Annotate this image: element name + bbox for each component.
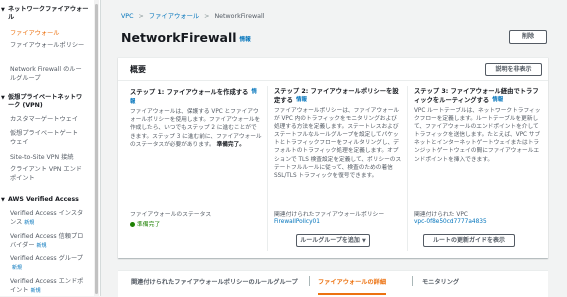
- sidebar-item-virtual-private-gateways[interactable]: 仮想プライベートゲートウェイ: [0, 130, 88, 147]
- sidebar-item-verified-access-endpoints[interactable]: Verified Access エンドポイント 新規: [0, 278, 90, 295]
- caret-down-icon: ▼: [361, 238, 366, 244]
- delete-button[interactable]: 削除: [509, 30, 547, 44]
- column-divider: [407, 86, 408, 251]
- associated-vpc-link[interactable]: vpc-0f8e50cd7777a4835: [414, 219, 487, 225]
- status-check-icon: [130, 221, 135, 227]
- associated-vpc-label: 関連付けられた VPC: [414, 212, 468, 218]
- sidebar-item-firewalls[interactable]: ファイアウォール: [0, 30, 96, 39]
- new-badge: 新規: [36, 242, 47, 249]
- sidebar-item-verified-access-instances[interactable]: Verified Access インスタンス 新規: [0, 210, 90, 227]
- caret-down-icon: ▼: [1, 197, 5, 203]
- step-3-info-link[interactable]: 情報: [492, 97, 503, 103]
- tab-firewall-details[interactable]: ファイアウォールの詳細: [318, 271, 387, 295]
- breadcrumb-vpc-link[interactable]: VPC: [121, 13, 134, 20]
- step-1-title: ステップ 1: ファイアウォールを作成する 情報: [130, 89, 257, 105]
- sidebar-scrollbar-thumb[interactable]: [95, 4, 98, 294]
- firewall-status-label: ファイアウォールのステータス: [130, 212, 212, 218]
- column-divider: [267, 86, 268, 251]
- step-1-column: ステップ 1: ファイアウォールを作成する 情報 ファイアウォールは、保護する …: [130, 88, 262, 149]
- breadcrumb-current: NetworkFirewall: [214, 13, 265, 20]
- step-2-title: ステップ 2: ファイアウォールポリシーを設定する 情報: [274, 88, 399, 105]
- sidebar-section-verified-access[interactable]: ▼ AWS Verified Access: [0, 196, 96, 204]
- step-3-column: ステップ 3: ファイアウォール経由でトラフィックをルーティングする 情報 VP…: [414, 88, 542, 164]
- view-route-update-guide-button[interactable]: ルートの更新ガイドを表示: [423, 234, 515, 247]
- tab-separator: [412, 276, 413, 286]
- sidebar-item-verified-access-trust-providers[interactable]: Verified Access 信頼プロバイダー 新規: [0, 233, 90, 250]
- step-1-description: ファイアウォールは、保護する VPC とファイアウォールポリシーを使用します。フ…: [130, 109, 262, 148]
- breadcrumb: VPC > ファイアウォール > NetworkFirewall: [121, 11, 265, 20]
- tab-associated-policy-rule-groups[interactable]: 関連付けられたファイアウォールポリシーのルールグループ: [131, 271, 298, 286]
- step-2-column: ステップ 2: ファイアウォールポリシーを設定する 情報 ファイアウォールポリシ…: [274, 88, 402, 180]
- firewall-policy-link[interactable]: FirewallPolicy01: [274, 219, 320, 225]
- step-3-title: ステップ 3: ファイアウォール経由でトラフィックをルーティングする 情報: [414, 88, 539, 105]
- add-rule-group-button[interactable]: ルールグループを追加 ▼: [296, 234, 370, 247]
- step-1-status-text: 準備完了。: [216, 141, 245, 148]
- firewall-status-value: 準備完了: [130, 219, 160, 228]
- page-title: NetworkFirewall 情報: [121, 30, 251, 45]
- sidebar-navigation: ▼ ネットワークファイアウォール ファイアウォール ファイアウォールポリシー N…: [0, 0, 101, 296]
- firewall-policy-label: 関連付けられたファイアウォールポリシー: [274, 212, 385, 218]
- new-badge: 新規: [24, 219, 35, 226]
- chevron-right-icon: >: [204, 13, 210, 20]
- info-link[interactable]: 情報: [240, 37, 251, 43]
- caret-down-icon: ▼: [1, 7, 5, 13]
- detail-tabs: 関連付けられたファイアウォールポリシーのルールグループ ファイアウォールの詳細 …: [118, 270, 548, 297]
- sidebar-item-firewall-policies[interactable]: ファイアウォールポリシー: [0, 42, 96, 51]
- step-2-description: ファイアウォールポリシーは、ファイアウォールが VPC 内のトラフィックをモニタ…: [274, 108, 402, 179]
- sidebar-section-network-firewall[interactable]: ▼ ネットワークファイアウォール: [0, 6, 96, 22]
- sidebar-item-site-to-site-vpn[interactable]: Site-to-Site VPN 接続: [0, 154, 96, 163]
- sidebar-item-customer-gateways[interactable]: カスタマーゲートウェイ: [0, 116, 96, 125]
- tab-separator: [309, 276, 310, 286]
- overview-panel: 概要 説明を非表示 ステップ 1: ファイアウォールを作成する 情報 ファイアウ…: [118, 57, 548, 258]
- main-content: VPC > ファイアウォール > NetworkFirewall NetworkFire…: [101, 0, 567, 297]
- overview-title: 概要: [130, 65, 146, 74]
- sidebar-item-client-vpn-endpoints[interactable]: クライアント VPN エンドポイント: [0, 166, 88, 183]
- new-badge: 新規: [12, 264, 23, 271]
- step-2-info-link[interactable]: 情報: [296, 97, 307, 103]
- step-3-description: VPC ルートテーブルは、ネットワークトラフィックフローを定義します。ルートテー…: [414, 108, 541, 163]
- hide-description-button[interactable]: 説明を非表示: [485, 63, 542, 76]
- panel-divider: [118, 80, 548, 81]
- chevron-right-icon: >: [138, 13, 144, 20]
- tab-monitoring[interactable]: モニタリング: [422, 271, 459, 286]
- caret-down-icon: ▼: [1, 95, 5, 101]
- breadcrumb-firewalls-link[interactable]: ファイアウォール: [149, 13, 199, 20]
- sidebar-item-verified-access-groups[interactable]: Verified Access グループ新規: [0, 255, 90, 272]
- sidebar-section-vpn[interactable]: ▼ 仮想プライベートネットワーク (VPN): [0, 94, 90, 110]
- sidebar-item-network-firewall-rule-groups[interactable]: Network Firewall のルールグループ: [0, 66, 88, 83]
- new-badge: 新規: [30, 287, 41, 294]
